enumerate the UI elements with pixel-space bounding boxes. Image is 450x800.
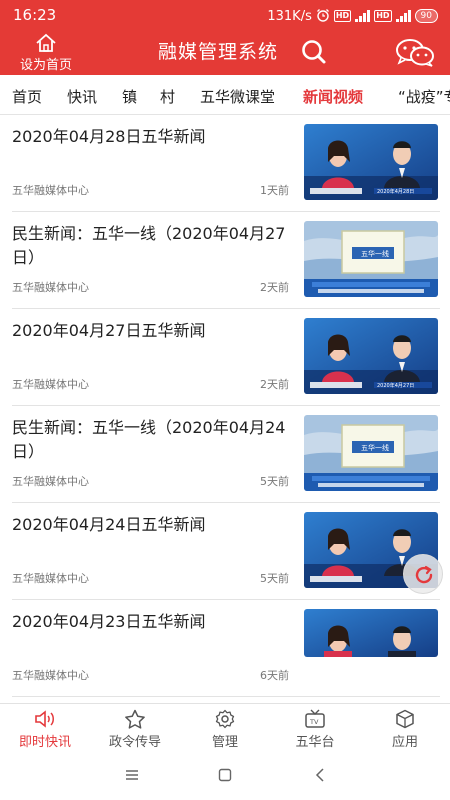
news-thumbnail: 2020年4月28日 <box>304 124 438 200</box>
news-item[interactable]: 2020年04月24日五华新闻 五华融媒体中心 5天前 <box>12 503 440 600</box>
news-thumbnail: 2020年4月27日 <box>304 318 438 394</box>
news-item[interactable]: 民生新闻：五华一线（2020年04月24日） 五华融媒体中心 5天前 五华一线 <box>12 406 440 503</box>
battery-icon: 90 <box>414 9 438 23</box>
news-item[interactable]: 2020年04月28日五华新闻 五华融媒体中心 1天前 2020年4月28日 <box>12 115 440 212</box>
news-time: 5天前 <box>260 475 289 488</box>
search-icon[interactable] <box>301 39 327 69</box>
menu-icon[interactable] <box>125 767 139 786</box>
news-title: 民生新闻：五华一线（2020年04月27日） <box>12 224 286 267</box>
tab-flash[interactable]: 快讯 <box>67 86 97 107</box>
thumb-date-caption: 2020年4月28日 <box>377 188 414 195</box>
status-bar: 16:23 131K/s HD HD 90 <box>0 0 450 30</box>
status-icons: 131K/s HD HD 90 <box>267 7 438 25</box>
news-time: 5天前 <box>260 572 289 585</box>
news-source: 五华融媒体中心 <box>12 281 89 294</box>
hd-icon: HD <box>333 10 352 22</box>
news-source: 五华融媒体中心 <box>12 475 89 488</box>
thumb-program-name: 五华一线 <box>361 249 389 258</box>
wechat-icon[interactable] <box>395 39 435 71</box>
tab-micro-class[interactable]: 五华微课堂 <box>200 86 275 107</box>
star-icon <box>125 709 145 729</box>
set-homepage-button[interactable]: 设为首页 <box>16 33 76 73</box>
nav-label: 五华台 <box>295 735 335 750</box>
home-icon <box>36 33 56 52</box>
news-thumbnail: 五华一线 <box>304 221 438 297</box>
refresh-icon <box>415 565 433 584</box>
home-label: 设为首页 <box>19 58 72 73</box>
thumb-date-caption: 2020年4月27日 <box>377 382 414 389</box>
tab-town[interactable]: 镇 <box>122 86 137 107</box>
news-time: 1天前 <box>260 184 289 197</box>
news-thumbnail: 五华一线 <box>304 415 438 491</box>
svg-text:TV: TV <box>309 718 319 726</box>
tab-news-video[interactable]: 新闻视频 <box>303 86 363 107</box>
nav-manage[interactable]: 管理 <box>185 709 265 750</box>
tab-village[interactable]: 村 <box>160 86 175 107</box>
news-title: 2020年04月27日五华新闻 <box>12 321 206 340</box>
alarm-icon <box>316 7 330 26</box>
nav-label: 即时快讯 <box>18 735 71 750</box>
speaker-icon <box>35 710 54 728</box>
news-title: 2020年04月24日五华新闻 <box>12 515 206 534</box>
news-item[interactable]: 民生新闻：五华一线（2020年04月27日） 五华融媒体中心 2天前 五华一线 <box>12 212 440 309</box>
signal-icon <box>355 7 371 26</box>
gear-icon <box>215 709 235 729</box>
tab-fight-epidemic[interactable]: “战疫”专 <box>398 86 450 107</box>
system-nav-bar <box>0 751 450 800</box>
news-item[interactable]: 2020年04月27日五华新闻 五华融媒体中心 2天前 2020年4月27日 <box>12 309 440 406</box>
news-source: 五华融媒体中心 <box>12 669 89 682</box>
news-time: 2天前 <box>260 281 289 294</box>
news-title: 2020年04月28日五华新闻 <box>12 127 206 146</box>
nav-label: 政令传导 <box>108 735 161 750</box>
home-square-icon[interactable] <box>218 767 232 786</box>
signal-icon-2 <box>395 7 411 26</box>
news-time: 6天前 <box>260 669 289 682</box>
bottom-nav: 即时快讯 政令传导 管理 TV 五华台 应用 <box>0 703 450 751</box>
tab-home[interactable]: 首页 <box>12 86 42 107</box>
back-icon[interactable] <box>314 767 326 786</box>
news-item[interactable]: 2020年04月23日五华新闻 五华融媒体中心 6天前 <box>12 600 440 697</box>
news-thumbnail <box>304 609 438 657</box>
nav-apps[interactable]: 应用 <box>365 709 445 750</box>
nav-policy[interactable]: 政令传导 <box>95 709 175 750</box>
nav-wuhua-tv[interactable]: TV 五华台 <box>275 709 355 750</box>
news-time: 2天前 <box>260 378 289 391</box>
app-header: 16:23 131K/s HD HD 90 设为首页 融媒管理系统 <box>0 0 450 75</box>
news-source: 五华融媒体中心 <box>12 572 89 585</box>
refresh-button[interactable] <box>403 554 443 594</box>
hd-icon-2: HD <box>374 10 392 22</box>
status-time: 16:23 <box>13 6 57 24</box>
nav-label: 管理 <box>211 735 238 750</box>
news-source: 五华融媒体中心 <box>12 184 89 197</box>
nav-label: 应用 <box>391 735 418 750</box>
news-title: 2020年04月23日五华新闻 <box>12 612 206 631</box>
news-title: 民生新闻：五华一线（2020年04月24日） <box>12 418 286 461</box>
thumb-program-name: 五华一线 <box>361 443 389 452</box>
tv-icon: TV <box>305 709 325 728</box>
network-speed: 131K/s <box>267 8 312 24</box>
cube-icon <box>396 709 414 729</box>
category-tabs: 首页 快讯 镇 村 五华微课堂 新闻视频 “战疫”专 <box>0 75 450 115</box>
news-source: 五华融媒体中心 <box>12 378 89 391</box>
page-title: 融媒管理系统 <box>158 41 279 63</box>
nav-instant-news[interactable]: 即时快讯 <box>5 709 85 750</box>
